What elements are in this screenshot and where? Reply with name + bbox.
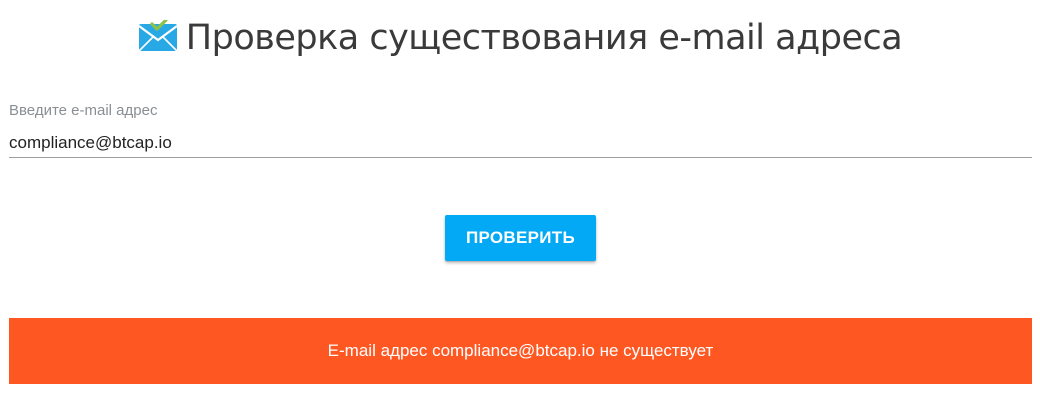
email-input[interactable] [9,128,1032,158]
page-title: Проверка существования e-mail адреса [185,18,903,58]
envelope-check-icon [138,18,178,52]
email-check-page: Проверка существования e-mail адреса Вве… [0,0,1040,395]
check-button[interactable]: ПРОВЕРИТЬ [445,215,596,261]
result-banner: E-mail адрес compliance@btcap.io не суще… [9,318,1032,384]
result-message: E-mail адрес compliance@btcap.io не суще… [327,341,714,360]
email-field: Введите e-mail адрес [9,100,1032,160]
email-field-label: Введите e-mail адрес [9,102,158,119]
page-header: Проверка существования e-mail адреса [0,10,1040,66]
